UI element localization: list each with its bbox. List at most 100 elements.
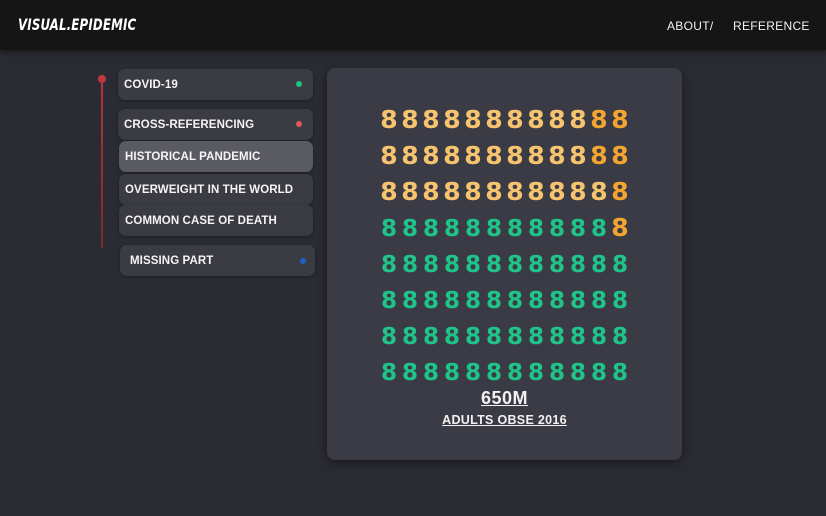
nav-link-about[interactable]: ABOUT/ [667,19,713,33]
sidebar-item-historical-pandemic[interactable]: HISTORICAL PANDEMIC [119,141,313,172]
person-glyph: 8 [527,105,544,134]
logo[interactable]: VISUAL.EPIDEMIC [18,15,136,34]
person-glyph: 8 [423,288,439,314]
person-glyph: 8 [422,141,439,170]
person-glyph: 8 [423,216,439,242]
person-glyph: 8 [422,177,439,206]
person-glyph: 8 [381,288,397,314]
person-glyph: 8 [591,360,607,386]
person-glyph: 8 [569,141,586,170]
person-glyph: 8 [444,216,460,242]
person-glyph: 8 [591,216,607,242]
person-glyph: 8 [590,105,607,134]
person-glyph: 8 [402,324,418,350]
sidebar-item-covid-19[interactable]: COVID-19 [118,69,313,100]
stat-label: ADULTS OBSE 2016 [442,413,567,427]
person-glyph: 8 [443,141,460,170]
person-glyph: 8 [548,105,565,134]
person-glyph: 8 [485,177,502,206]
sidebar-item-label: MISSING PART [130,254,214,267]
person-glyph: 8 [485,141,502,170]
person-glyph: 8 [506,177,523,206]
person-glyph: 8 [549,252,565,278]
person-glyph: 8 [464,105,481,134]
person-glyph: 8 [401,105,418,134]
person-glyph: 8 [528,252,544,278]
person-glyph: 8 [528,324,544,350]
person-glyph: 8 [380,105,397,134]
sidebar-item-common-case-of-death[interactable]: COMMON CASE OF DEATH [119,205,313,236]
person-glyph: 8 [507,288,523,314]
person-glyph: 8 [402,252,418,278]
person-glyph: 8 [611,141,628,170]
person-glyph: 8 [444,252,460,278]
person-glyph: 8 [570,252,586,278]
person-glyph: 8 [549,360,565,386]
top-navigation-bar: VISUAL.EPIDEMIC ABOUT/ REFERENCE [0,0,826,50]
person-glyph: 8 [443,177,460,206]
person-glyph: 8 [507,216,523,242]
person-glyph: 8 [549,288,565,314]
person-glyph: 8 [402,360,418,386]
person-glyph: 8 [380,177,397,206]
person-glyph: 8 [570,288,586,314]
status-dot [296,121,302,127]
person-glyph: 8 [465,288,481,314]
sidebar-item-overweight-in-the-world[interactable]: OVERWEIGHT IN THE WORLD [119,174,313,205]
person-glyph: 8 [401,141,418,170]
person-glyph: 8 [423,324,439,350]
person-glyph: 8 [486,324,502,350]
person-glyph: 8 [528,360,544,386]
person-glyph: 8 [527,141,544,170]
person-glyph: 8 [381,360,397,386]
status-dot [296,81,302,87]
sidebar-item-missing-part[interactable]: MISSING PART [120,245,315,276]
person-glyph: 8 [507,252,523,278]
sidebar-item-label: COMMON CASE OF DEATH [125,214,277,227]
person-glyph: 8 [444,360,460,386]
person-glyph: 8 [423,252,439,278]
sidebar-item-cross-referencing[interactable]: CROSS-REFERENCING [118,109,313,140]
person-glyph: 8 [570,324,586,350]
person-glyph: 8 [485,105,502,134]
person-glyph: 8 [380,141,397,170]
status-dot [300,258,306,264]
person-glyph: 8 [465,360,481,386]
person-glyph: 8 [591,252,607,278]
person-glyph: 8 [486,288,502,314]
person-glyph: 8 [444,324,460,350]
person-glyph: 8 [465,216,481,242]
person-glyph: 8 [507,360,523,386]
person-glyph: 8 [465,252,481,278]
person-glyph: 8 [548,141,565,170]
person-glyph: 8 [569,105,586,134]
person-glyph: 8 [506,105,523,134]
person-glyph: 8 [422,105,439,134]
person-glyph: 8 [528,288,544,314]
nav-link-reference[interactable]: REFERENCE [733,19,810,33]
person-glyph: 8 [486,216,502,242]
person-glyph: 8 [612,324,628,350]
person-glyph: 8 [570,216,586,242]
person-glyph: 8 [528,216,544,242]
person-glyph: 8 [611,177,628,206]
person-glyph: 8 [590,177,607,206]
person-glyph: 8 [611,105,628,134]
person-glyph: 8 [591,324,607,350]
stat-value: 650M [480,388,529,408]
person-glyph: 8 [464,141,481,170]
person-glyph: 8 [381,324,397,350]
person-glyph: 8 [527,177,544,206]
person-glyph: 8 [506,141,523,170]
sidebar-item-label: OVERWEIGHT IN THE WORLD [125,183,294,196]
person-glyph: 8 [612,360,628,386]
person-glyph: 8 [570,360,586,386]
person-glyph: 8 [401,177,418,206]
timeline-line [101,78,103,248]
person-glyph: 8 [402,288,418,314]
person-glyph: 8 [590,141,607,170]
person-glyph: 8 [549,324,565,350]
pictogram-grid: 8 8 8 8 8 8 8 8 8 8 8 88 8 8 8 8 8 8 8 8 8 8 88 8 8 8 8 8 8 8 8 8 8 88 8 8 8… [380,105,628,386]
person-glyph: 8 [402,216,418,242]
person-glyph: 8 [381,216,397,242]
